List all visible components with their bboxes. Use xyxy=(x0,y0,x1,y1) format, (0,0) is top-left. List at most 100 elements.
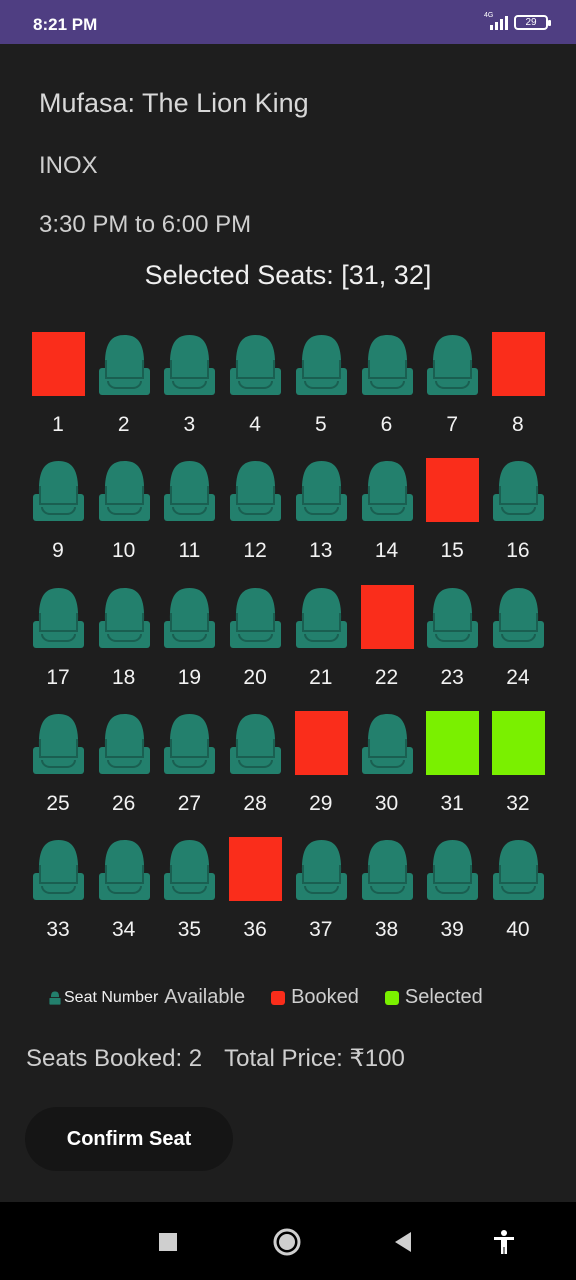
seat-chair-icon xyxy=(164,335,216,395)
seat-39[interactable]: 39 xyxy=(419,835,485,961)
seat-24[interactable]: 24 xyxy=(485,583,551,709)
seat-28[interactable]: 28 xyxy=(222,709,288,835)
seat-chair-icon xyxy=(230,335,282,395)
seat-number-label: 28 xyxy=(243,791,267,815)
seat-4[interactable]: 4 xyxy=(222,330,288,456)
seat-11[interactable]: 11 xyxy=(156,456,222,582)
seat-number-label: 23 xyxy=(440,665,464,689)
seat-number-label: 15 xyxy=(440,539,464,563)
seat-number-label: 11 xyxy=(178,539,201,563)
seat-booked-box xyxy=(360,584,414,649)
seat-number-label: 2 xyxy=(117,413,130,436)
confirm-seat-button[interactable]: Confirm Seat xyxy=(25,1107,233,1171)
seat-number-label: 5 xyxy=(314,413,327,436)
recents-square-icon[interactable] xyxy=(152,1226,184,1258)
seat-7[interactable]: 7 xyxy=(419,330,485,456)
seat-chair-icon xyxy=(427,840,479,901)
accessibility-icon[interactable] xyxy=(488,1226,520,1258)
seat-19[interactable]: 19 xyxy=(156,583,222,709)
seat-number-label: 7 xyxy=(446,413,459,436)
seat-6[interactable]: 6 xyxy=(354,330,420,456)
seat-31[interactable]: 31 xyxy=(419,709,485,835)
seat-23[interactable]: 23 xyxy=(419,583,485,709)
legend-booked-swatch xyxy=(271,990,286,1005)
seat-13[interactable]: 13 xyxy=(288,456,354,582)
status-bar: 8:21 PM 4G 29 xyxy=(0,0,576,44)
seat-26[interactable]: 26 xyxy=(91,709,157,835)
seat-15[interactable]: 15 xyxy=(419,456,485,582)
seat-number-label: 14 xyxy=(374,539,399,563)
seat-number-label: 22 xyxy=(374,665,399,689)
seat-40[interactable]: 40 xyxy=(485,835,551,961)
seat-number-label: 40 xyxy=(506,918,530,942)
seat-3[interactable]: 3 xyxy=(156,330,222,456)
navigation-bar xyxy=(0,1202,576,1280)
seat-booked-box xyxy=(294,710,348,775)
seat-33[interactable]: 33 xyxy=(25,835,91,961)
seat-chair-icon xyxy=(361,461,413,522)
booking-summary: Seats Booked: 2 Total Price: ₹100 xyxy=(26,1044,405,1073)
seat-number-label: 37 xyxy=(309,918,333,942)
seat-chair-icon xyxy=(33,713,84,774)
showtime: 3:30 PM to 6:00 PM xyxy=(39,211,252,238)
seat-number-label: 3 xyxy=(183,413,196,436)
seat-20[interactable]: 20 xyxy=(222,583,288,709)
seat-booked-box xyxy=(229,837,283,902)
seat-chair-icon xyxy=(98,713,150,774)
seat-chair-icon xyxy=(361,840,413,901)
seat-5[interactable]: 5 xyxy=(288,330,354,456)
seat-17[interactable]: 17 xyxy=(25,583,91,709)
legend-booked-label: Booked xyxy=(291,986,359,1008)
seat-number-label: 34 xyxy=(112,918,136,942)
seat-29[interactable]: 29 xyxy=(288,709,354,835)
seat-21[interactable]: 21 xyxy=(288,583,354,709)
seat-number-label: 31 xyxy=(440,791,464,815)
seat-8[interactable]: 8 xyxy=(485,330,551,456)
back-triangle-icon[interactable] xyxy=(388,1226,420,1258)
seat-25[interactable]: 25 xyxy=(25,709,91,835)
seat-chair-icon xyxy=(164,840,216,901)
movie-title: Mufasa: The Lion King xyxy=(39,88,309,118)
seat-22[interactable]: 22 xyxy=(354,583,420,709)
battery-icon: 29 xyxy=(514,14,551,30)
seat-10[interactable]: 10 xyxy=(91,456,157,582)
seat-35[interactable]: 35 xyxy=(156,835,222,961)
seat-number-label: 19 xyxy=(177,665,202,689)
seat-number-label: 38 xyxy=(374,918,399,942)
seat-16[interactable]: 16 xyxy=(485,456,551,582)
seat-number-label: 20 xyxy=(243,665,267,689)
legend-seat-icon xyxy=(49,990,61,1005)
seat-34[interactable]: 34 xyxy=(91,835,157,961)
seat-chair-icon xyxy=(361,713,413,774)
seat-2[interactable]: 2 xyxy=(91,330,157,456)
seat-number-label: 25 xyxy=(46,791,70,815)
seat-number-label: 13 xyxy=(309,539,333,563)
seat-1[interactable]: 1 xyxy=(25,330,91,456)
seat-36[interactable]: 36 xyxy=(222,835,288,961)
seat-9[interactable]: 9 xyxy=(25,456,91,582)
selected-seats-summary: Selected Seats: [31, 32] xyxy=(144,260,432,290)
seat-number-label: 21 xyxy=(309,665,333,689)
seat-32[interactable]: 32 xyxy=(485,709,551,835)
theatre-name: INOX xyxy=(39,152,98,179)
seat-chair-icon xyxy=(230,713,282,774)
seat-30[interactable]: 30 xyxy=(354,709,420,835)
seat-number-label: 33 xyxy=(46,918,70,942)
seat-18[interactable]: 18 xyxy=(91,583,157,709)
seat-chair-icon xyxy=(164,461,216,522)
status-time: 8:21 PM xyxy=(33,15,98,34)
seat-booked-box xyxy=(32,332,85,396)
seat-chair-icon xyxy=(361,335,413,395)
seat-number-label: 10 xyxy=(112,539,136,563)
seat-14[interactable]: 14 xyxy=(354,456,420,582)
seat-number-label: 4 xyxy=(249,413,261,436)
seat-37[interactable]: 37 xyxy=(288,835,354,961)
seat-38[interactable]: 38 xyxy=(354,835,420,961)
seat-12[interactable]: 12 xyxy=(222,456,288,582)
seat-chair-icon xyxy=(230,461,282,522)
home-circle-icon[interactable] xyxy=(271,1226,303,1258)
status-icons: 4G 29 xyxy=(484,12,551,30)
seat-number-label: 32 xyxy=(506,791,530,815)
seat-chair-icon xyxy=(427,587,479,648)
seat-27[interactable]: 27 xyxy=(156,709,222,835)
